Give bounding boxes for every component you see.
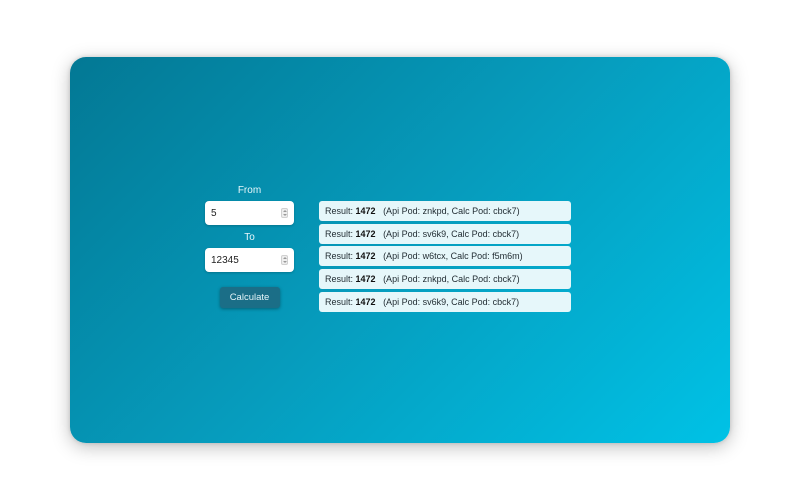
result-value: 1472 [355,228,376,239]
from-spinner[interactable] [281,208,288,218]
result-item: Result: 1472 (Api Pod: znkpd, Calc Pod: … [319,201,571,221]
result-prefix: Result: [325,206,356,216]
result-prefix: Result: [325,296,356,307]
app-window: From To Calculate Result: 1472 (Api Pod:… [70,57,730,443]
result-item: Result: 1472 (Api Pod: sv6k9, Calc Pod: … [319,291,571,312]
result-item: Result: 1472 (Api Pod: w6tcx, Calc Pod: … [319,246,571,267]
result-value: 1472 [355,274,376,285]
results-list: Result: 1472 (Api Pod: znkpd, Calc Pod: … [319,201,571,314]
calculate-button[interactable]: Calculate [219,287,280,308]
result-detail: (Api Pod: sv6k9, Calc Pod: cbck7) [383,228,520,239]
result-value: 1472 [355,206,376,216]
from-label: From [237,185,262,196]
from-field-wrapper [205,201,294,225]
range-form: From To Calculate [205,183,294,308]
result-prefix: Result: [325,228,356,239]
result-detail: (Api Pod: znkpd, Calc Pod: cbck7) [383,206,520,216]
result-detail: (Api Pod: sv6k9, Calc Pod: cbck7) [383,296,520,307]
result-item: Result: 1472 (Api Pod: znkpd, Calc Pod: … [319,269,571,290]
to-field-wrapper [205,248,294,272]
result-value: 1472 [355,296,376,307]
result-prefix: Result: [325,274,356,285]
to-spinner[interactable] [281,255,288,265]
result-detail: (Api Pod: w6tcx, Calc Pod: f5m6m) [383,251,523,262]
result-detail: (Api Pod: znkpd, Calc Pod: cbck7) [383,274,520,285]
result-value: 1472 [355,251,376,262]
result-item: Result: 1472 (Api Pod: sv6k9, Calc Pod: … [319,223,571,244]
result-prefix: Result: [325,251,356,262]
to-label: To [244,232,255,243]
